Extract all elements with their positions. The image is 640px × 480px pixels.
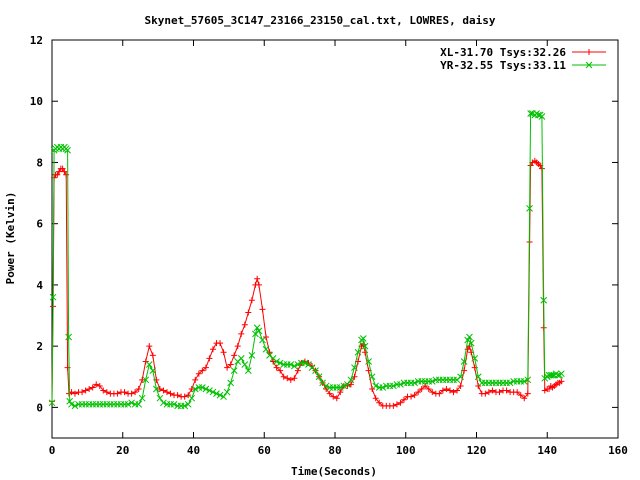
y-tick-label: 10 [30,95,43,108]
x-tick-label: 80 [328,444,341,457]
chart-title: Skynet_57605_3C147_23166_23150_cal.txt, … [145,14,496,27]
x-tick-label: 40 [187,444,200,457]
x-tick-label: 160 [608,444,628,457]
y-tick-label: 12 [30,34,43,47]
x-tick-label: 0 [49,444,56,457]
x-tick-label: 20 [116,444,129,457]
legend-label: XL-31.70 Tsys:32.26 [440,46,566,59]
y-tick-label: 0 [36,401,43,414]
x-tick-label: 120 [467,444,487,457]
x-tick-label: 60 [258,444,271,457]
y-tick-label: 6 [36,218,43,231]
x-axis-label: Time(Seconds) [291,465,377,478]
x-tick-label: 140 [537,444,557,457]
chart-background [0,0,640,480]
chart: Skynet_57605_3C147_23166_23150_cal.txt, … [0,0,640,480]
y-axis-label: Power (Kelvin) [4,192,17,285]
x-tick-label: 100 [396,444,416,457]
y-tick-label: 4 [36,279,43,292]
y-tick-label: 2 [36,340,43,353]
y-tick-label: 8 [36,156,43,169]
legend-label: YR-32.55 Tsys:33.11 [440,59,566,72]
